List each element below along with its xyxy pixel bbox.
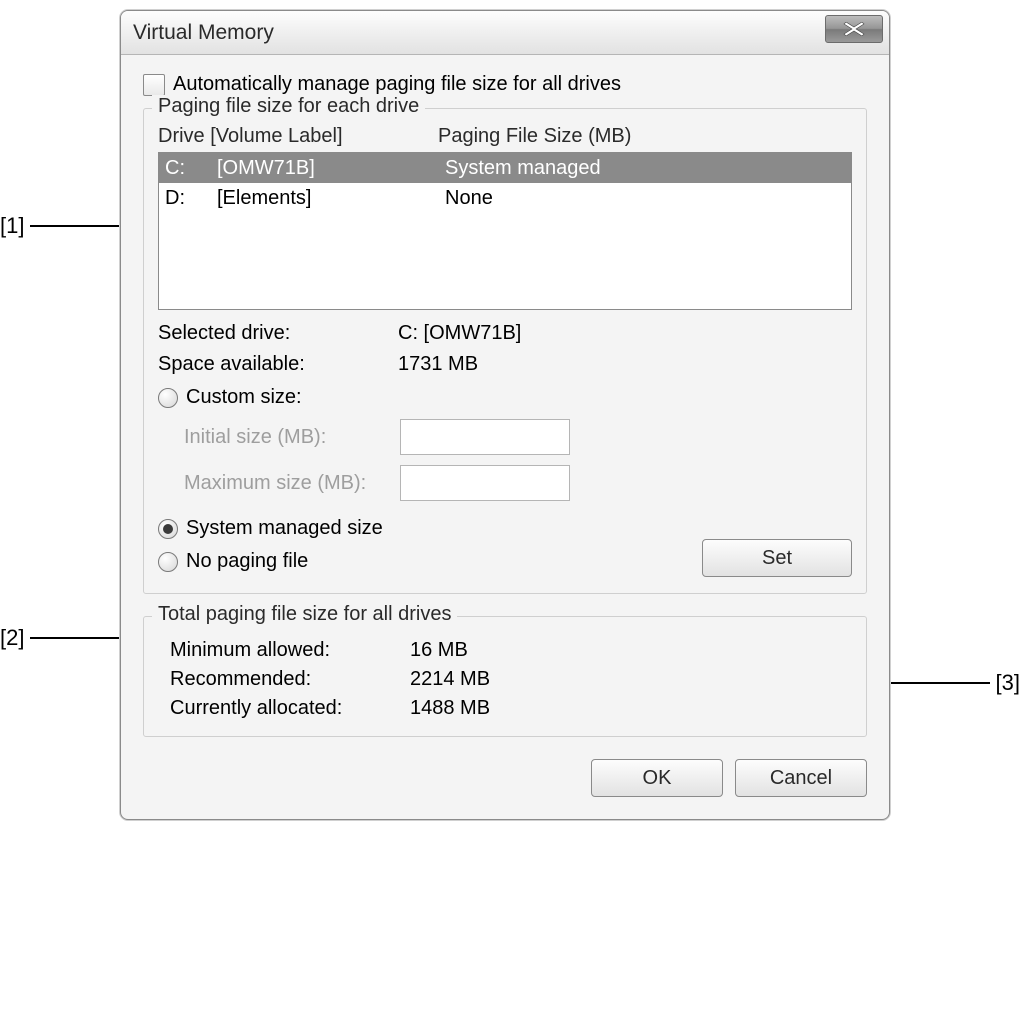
selected-drive-value: C: [OMW71B] <box>398 322 852 345</box>
dialog-footer: OK Cancel <box>143 759 867 797</box>
recommended-value: 2214 MB <box>410 668 852 691</box>
recommended-label: Recommended: <box>158 668 410 691</box>
selected-drive-label: Selected drive: <box>158 322 398 345</box>
drive-row-d[interactable]: D: [Elements] None <box>159 183 851 213</box>
initial-size-row: Initial size (MB): <box>158 419 852 455</box>
drive-volume-label: [Elements] <box>217 187 445 210</box>
callout-3-label: [3] <box>996 670 1020 696</box>
space-available-label: Space available: <box>158 353 398 376</box>
space-available-row: Space available: 1731 MB <box>158 353 852 376</box>
maximum-size-label: Maximum size (MB): <box>158 472 388 495</box>
paging-per-drive-group: Paging file size for each drive Drive [V… <box>143 108 867 594</box>
set-button[interactable]: Set <box>702 539 852 577</box>
initial-size-input[interactable] <box>400 419 570 455</box>
cancel-button-label: Cancel <box>770 767 832 790</box>
titlebar: Virtual Memory <box>121 11 889 55</box>
callout-1-label: [1] <box>0 213 24 239</box>
total-paging-group: Total paging file size for all drives Mi… <box>143 616 867 737</box>
currently-allocated-label: Currently allocated: <box>158 697 410 720</box>
drive-paging-size: None <box>445 187 845 210</box>
virtual-memory-dialog: Virtual Memory Automatically manage pagi… <box>120 10 890 820</box>
set-button-label: Set <box>762 547 792 570</box>
drive-list-header: Drive [Volume Label] Paging File Size (M… <box>158 125 852 148</box>
system-managed-radio-row: System managed size <box>158 517 852 540</box>
paging-per-drive-legend: Paging file size for each drive <box>152 95 425 118</box>
drive-volume-label: [OMW71B] <box>217 157 445 180</box>
recommended-row: Recommended: 2214 MB <box>158 668 852 691</box>
drive-letter: C: <box>165 157 217 180</box>
auto-manage-row: Automatically manage paging file size fo… <box>143 73 867 96</box>
close-icon <box>843 22 865 36</box>
auto-manage-label: Automatically manage paging file size fo… <box>173 73 621 96</box>
currently-allocated-value: 1488 MB <box>410 697 852 720</box>
drive-letter: D: <box>165 187 217 210</box>
currently-allocated-row: Currently allocated: 1488 MB <box>158 697 852 720</box>
initial-size-label: Initial size (MB): <box>158 426 388 449</box>
ok-button-label: OK <box>643 767 672 790</box>
system-managed-radio[interactable] <box>158 519 178 539</box>
no-paging-radio[interactable] <box>158 552 178 572</box>
custom-size-label: Custom size: <box>186 386 302 409</box>
drive-row-c[interactable]: C: [OMW71B] System managed <box>159 153 851 183</box>
total-paging-legend: Total paging file size for all drives <box>152 603 457 626</box>
header-size: Paging File Size (MB) <box>438 125 852 148</box>
ok-button[interactable]: OK <box>591 759 723 797</box>
selected-drive-row: Selected drive: C: [OMW71B] <box>158 322 852 345</box>
drive-listbox[interactable]: C: [OMW71B] System managed D: [Elements]… <box>158 152 852 310</box>
minimum-allowed-row: Minimum allowed: 16 MB <box>158 639 852 662</box>
space-available-value: 1731 MB <box>398 353 852 376</box>
custom-size-radio-row: Custom size: <box>158 386 852 409</box>
close-button[interactable] <box>825 15 883 43</box>
header-drive: Drive [Volume Label] <box>158 125 438 148</box>
drive-paging-size: System managed <box>445 157 845 180</box>
maximum-size-input[interactable] <box>400 465 570 501</box>
no-paging-label: No paging file <box>186 550 308 573</box>
callout-2-label: [2] <box>0 625 24 651</box>
window-title: Virtual Memory <box>133 21 274 45</box>
system-managed-label: System managed size <box>186 517 383 540</box>
auto-manage-checkbox[interactable] <box>143 74 165 96</box>
minimum-allowed-label: Minimum allowed: <box>158 639 410 662</box>
custom-size-radio[interactable] <box>158 388 178 408</box>
maximum-size-row: Maximum size (MB): <box>158 465 852 501</box>
dialog-body: Automatically manage paging file size fo… <box>121 55 889 819</box>
minimum-allowed-value: 16 MB <box>410 639 852 662</box>
cancel-button[interactable]: Cancel <box>735 759 867 797</box>
